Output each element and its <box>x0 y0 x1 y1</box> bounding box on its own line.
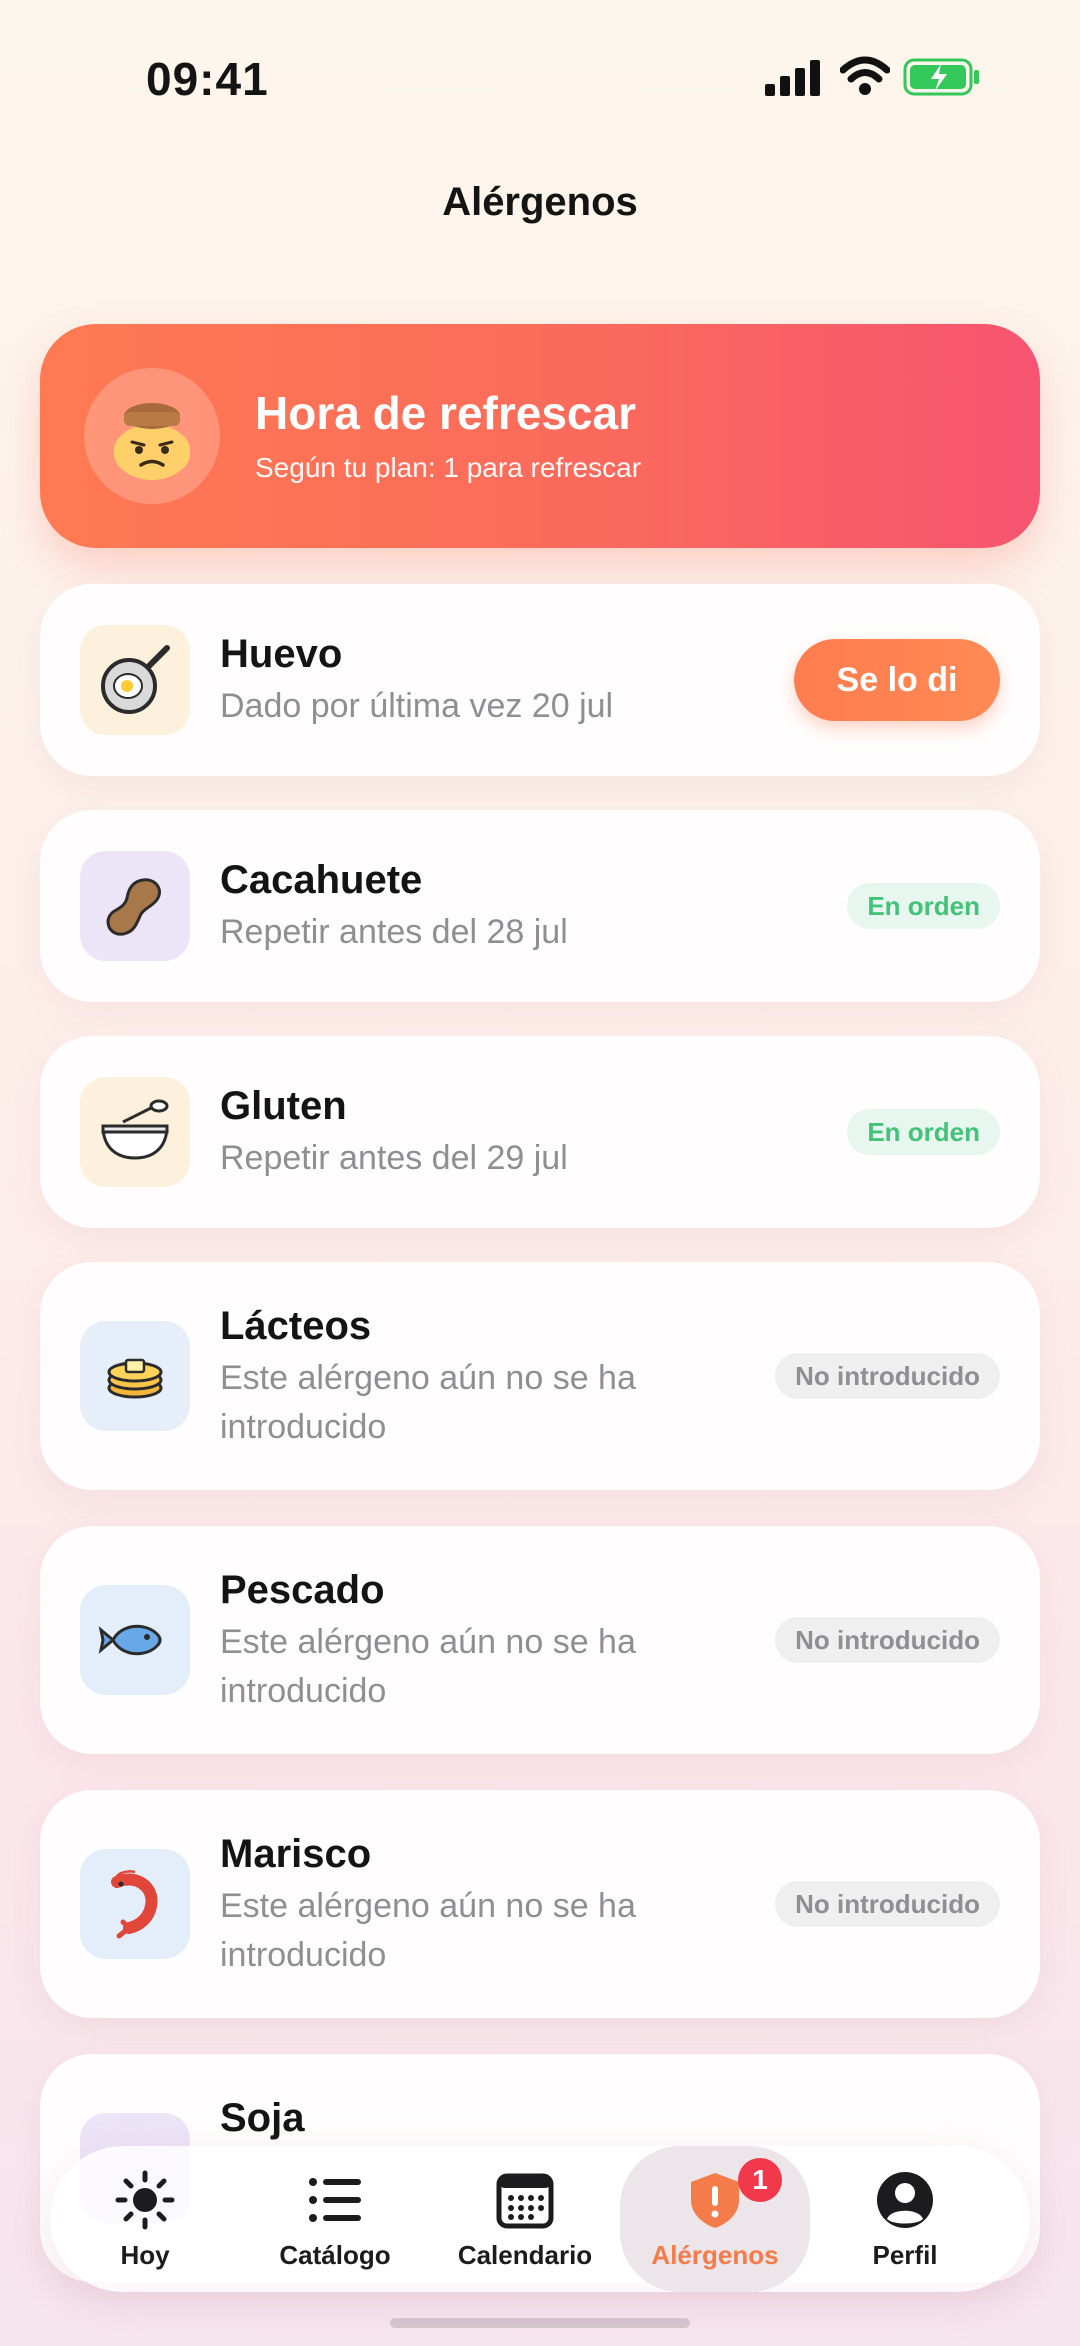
notification-badge: 1 <box>738 2158 782 2202</box>
allergen-name: Cacahuete <box>220 858 423 902</box>
peanut-icon <box>80 851 190 961</box>
tab-label: Alérgenos <box>651 2240 779 2270</box>
bowl-spoon-icon <box>80 1077 190 1187</box>
fried-egg-pan-icon <box>80 625 190 735</box>
tab-label: Catálogo <box>279 2240 391 2270</box>
shrimp-icon <box>80 1849 190 1959</box>
status-badge: No introducido <box>775 1617 1000 1663</box>
banner-subtitle: Según tu plan: 1 para refrescar <box>255 452 642 483</box>
status-bar: 09:41 <box>0 0 1080 160</box>
status-badge: En orden <box>847 883 1000 929</box>
butter-pancake-icon <box>80 1321 190 1431</box>
allergen-card-lacteos[interactable]: Lácteos Este alérgeno aún no se ha intro… <box>40 1262 1040 1490</box>
tab-label: Perfil <box>872 2240 938 2270</box>
battery-charging-icon <box>903 58 979 96</box>
status-badge: En orden <box>847 1109 1000 1155</box>
shield-alert-icon <box>691 2173 739 2228</box>
page-title: Alérgenos <box>442 180 638 224</box>
allergen-card-marisco[interactable]: Marisco Este alérgeno aún no se ha intro… <box>40 1790 1040 2018</box>
list-icon <box>309 2178 361 2222</box>
refresh-banner[interactable]: Hora de refrescar Según tu plan: 1 para … <box>40 324 1040 548</box>
status-time: 09:41 <box>146 53 269 105</box>
allergen-card-huevo[interactable]: Huevo Dado por última vez 20 jul Se lo d… <box>40 584 1040 776</box>
allergen-name: Gluten <box>220 1084 347 1128</box>
allergen-subtitle: Este alérgeno aún no se ha introducido <box>220 1359 636 1446</box>
home-indicator <box>390 2318 690 2328</box>
banner-title: Hora de refrescar <box>255 387 636 439</box>
sun-icon <box>115 2170 175 2230</box>
wifi-icon <box>840 56 890 95</box>
allergen-subtitle: Dado por última vez 20 jul <box>220 687 614 725</box>
allergen-subtitle: Repetir antes del 28 jul <box>220 913 568 951</box>
tab-perfil[interactable]: Perfil <box>810 2146 1000 2292</box>
tab-catalogo[interactable]: Catálogo <box>240 2146 430 2292</box>
calendar-icon <box>496 2173 554 2229</box>
allergen-subtitle: Este alérgeno aún no se ha introducido <box>220 1887 636 1974</box>
tab-label: Hoy <box>120 2240 170 2270</box>
tab-bar: Hoy Catálogo Calendario 1 Alérgenos Perf… <box>50 2146 1030 2292</box>
allergen-subtitle: Este alérgeno aún no se ha introducido <box>220 1623 636 1710</box>
tab-calendario[interactable]: Calendario <box>430 2146 620 2292</box>
tab-alergenos[interactable]: 1 Alérgenos <box>620 2146 810 2292</box>
allergen-name: Lácteos <box>220 1304 372 1348</box>
worried-egg-icon <box>84 368 220 504</box>
tab-hoy[interactable]: Hoy <box>50 2146 240 2292</box>
fish-icon <box>80 1585 190 1695</box>
allergen-card-gluten[interactable]: Gluten Repetir antes del 29 jul En orden <box>40 1036 1040 1228</box>
allergen-card-cacahuete[interactable]: Cacahuete Repetir antes del 28 jul En or… <box>40 810 1040 1002</box>
allergen-name: Soja <box>220 2096 305 2140</box>
status-badge: No introducido <box>775 1353 1000 1399</box>
allergen-name: Huevo <box>220 632 343 676</box>
allergen-card-pescado[interactable]: Pescado Este alérgeno aún no se ha intro… <box>40 1526 1040 1754</box>
allergen-name: Marisco <box>220 1832 372 1876</box>
profile-icon <box>877 2172 933 2228</box>
status-badge: No introducido <box>775 1881 1000 1927</box>
allergen-subtitle: Repetir antes del 29 jul <box>220 1139 568 1177</box>
gave-it-button[interactable]: Se lo di <box>794 639 1000 721</box>
cellular-signal-icon <box>765 60 820 96</box>
tab-label: Calendario <box>457 2240 593 2270</box>
allergen-name: Pescado <box>220 1568 385 1612</box>
